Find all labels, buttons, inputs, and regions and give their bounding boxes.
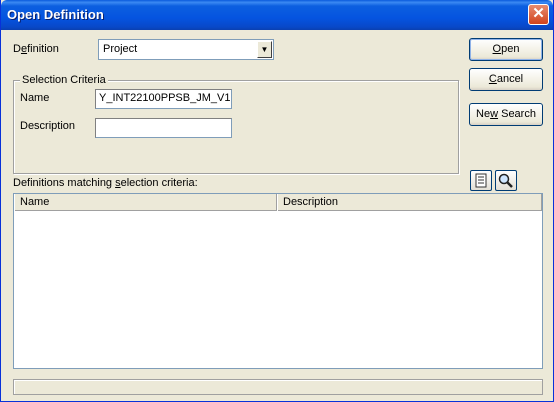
magnifier-icon	[498, 173, 513, 188]
open-button[interactable]: Open	[469, 38, 543, 61]
window-title: Open Definition	[7, 7, 104, 22]
definition-select[interactable]: Project ▼	[98, 39, 274, 60]
search-button[interactable]	[495, 170, 517, 191]
column-header-name[interactable]: Name	[14, 194, 277, 211]
close-icon: ✕	[532, 5, 545, 22]
description-label: Description	[20, 120, 76, 132]
definitions-list[interactable]: Name Description	[13, 193, 543, 369]
close-button[interactable]: ✕	[528, 4, 549, 25]
chevron-down-icon[interactable]: ▼	[257, 41, 272, 58]
definition-selected-value: Project	[103, 43, 138, 55]
matches-label: Definitions matching selection criteria:	[13, 177, 198, 189]
list-header: Name Description	[14, 194, 542, 211]
name-label: Name	[20, 92, 50, 104]
status-bar	[13, 379, 543, 395]
description-input[interactable]	[95, 118, 232, 138]
open-definition-dialog: Open Definition ✕ Definition Project ▼ S…	[0, 0, 554, 402]
name-input[interactable]: Y_INT22100PPSB_JM_V1	[95, 89, 232, 109]
cancel-button[interactable]: Cancel	[469, 68, 543, 91]
new-search-button[interactable]: New Search	[469, 103, 543, 126]
selection-criteria-legend: Selection Criteria	[20, 74, 108, 86]
selection-criteria-group	[13, 80, 459, 174]
details-list-icon	[475, 173, 487, 188]
title-bar[interactable]: Open Definition ✕	[1, 0, 553, 30]
details-view-button[interactable]	[470, 170, 492, 191]
column-header-description[interactable]: Description	[277, 194, 542, 211]
definition-label: Definition	[13, 43, 59, 55]
